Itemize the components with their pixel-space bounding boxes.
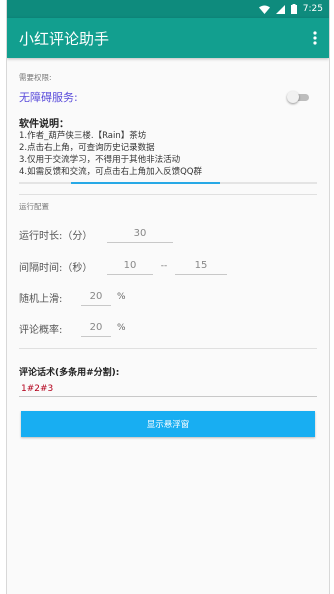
random-slide-input[interactable]: 20 — [81, 289, 111, 306]
duration-input[interactable]: 30 — [107, 226, 173, 243]
comment-rate-row: 评论概率: 20 % — [19, 318, 317, 338]
status-bar: 7:25 — [7, 0, 329, 18]
permissions-section-label: 需要权限: — [19, 73, 52, 82]
main-content: 需要权限: 无障碍服务: 软件说明： 1.作者_葫芦侠三楼.【Rain】茶坊 2… — [7, 72, 329, 437]
interval-separator: -- — [160, 261, 168, 271]
comments-input[interactable]: 1#2#3 — [19, 378, 317, 397]
description-title: 软件说明： — [19, 119, 69, 130]
random-slide-unit: % — [117, 292, 126, 302]
description-line: 3.仅用于交流学习，不得用于其他非法活动 — [19, 155, 181, 165]
signal-icon — [275, 4, 285, 14]
interval-min-input[interactable]: 10 — [107, 258, 153, 275]
more-vert-icon[interactable] — [301, 18, 329, 58]
description-scroll-indicator — [19, 182, 317, 184]
interval-row: 间隔时间:（秒） 10 -- 15 — [19, 256, 317, 276]
random-slide-label: 随机上滑: — [19, 293, 63, 305]
duration-label: 运行时长:（分） — [19, 230, 93, 242]
interval-max-input[interactable]: 15 — [175, 258, 227, 275]
accessibility-row: 无障碍服务: — [19, 89, 317, 105]
wifi-icon — [258, 5, 270, 14]
duration-row: 运行时长:（分） 30 — [19, 224, 317, 244]
description-line: 4.如需反馈和交流，可点击右上角加入反馈QQ群 — [19, 167, 202, 177]
section-divider — [19, 348, 317, 349]
toggle-thumb — [287, 91, 299, 103]
accessibility-service-label: 无障碍服务: — [19, 91, 78, 104]
battery-icon — [290, 4, 297, 14]
section-divider — [19, 194, 317, 195]
status-time: 7:25 — [302, 4, 323, 14]
comments-label: 评论话术(多条用#分割): — [19, 368, 120, 378]
app-title: 小红评论助手 — [19, 29, 110, 48]
comment-rate-unit: % — [117, 323, 126, 333]
description-line: 1.作者_葫芦侠三楼.【Rain】茶坊 — [19, 131, 147, 141]
random-slide-row: 随机上滑: 20 % — [19, 287, 317, 307]
description-line: 2.点击右上角，可查询历史记录数据 — [19, 143, 155, 153]
run-config-section-label: 运行配置 — [19, 202, 49, 211]
interval-label: 间隔时间:（秒） — [19, 262, 93, 274]
show-float-window-button[interactable]: 显示悬浮窗 — [21, 411, 315, 437]
app-bar: 小红评论助手 — [7, 18, 329, 58]
phone-screen: 7:25 小红评论助手 需要权限: 无障碍服务: 软件说明： 1.作者_葫芦侠三… — [6, 0, 330, 594]
scroll-indicator-fill — [71, 182, 221, 184]
comment-rate-input[interactable]: 20 — [81, 320, 111, 337]
comment-rate-label: 评论概率: — [19, 324, 63, 336]
accessibility-toggle[interactable] — [287, 90, 311, 104]
